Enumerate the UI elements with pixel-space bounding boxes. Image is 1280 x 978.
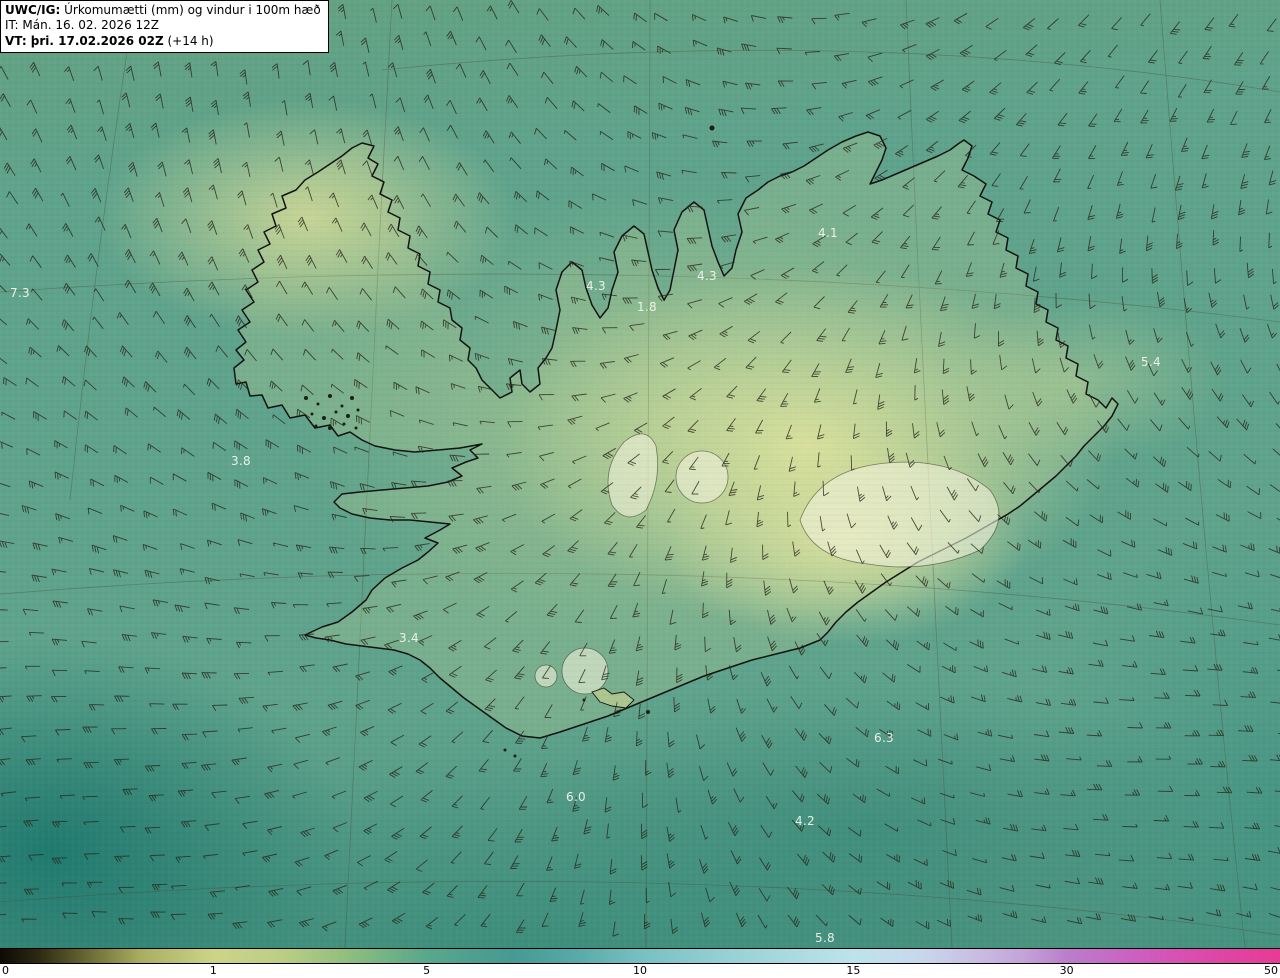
title-line-init: IT: Mán. 16. 02. 2026 12Z: [5, 18, 321, 33]
precip-value-label: 1.8: [637, 300, 657, 314]
map-canvas: 7.3 4.1 4.3 4.3 1.8 5.4 3.8 3.4 6.3 6.0 4.2 5.8 UWC…: [0, 0, 1280, 948]
weather-map: 7.3 4.1 4.3 4.3 1.8 5.4 3.8 3.4 6.3 6.0 4.2 5.8 UWC…: [0, 0, 1280, 978]
colorbar: 0 1 5 10 15 30 50: [0, 948, 1280, 978]
title-line-model: UWC/IG: Úrkomumætti (mm) og vindur i 100…: [5, 3, 321, 18]
precip-value-label: 6.3: [874, 731, 894, 745]
title-box: UWC/IG: Úrkomumætti (mm) og vindur i 100…: [0, 0, 329, 54]
precip-value-label: 6.0: [566, 790, 586, 804]
colorbar-tick-50: 50: [1264, 964, 1278, 977]
map-overlay: [0, 0, 1280, 948]
precip-value-label: 3.8: [231, 454, 251, 468]
colorbar-tick-1: 1: [209, 964, 217, 977]
model-label: UWC/IG:: [5, 3, 61, 17]
precip-value-label: 5.8: [815, 931, 835, 945]
colorbar-tick-30: 30: [1059, 964, 1074, 977]
precip-value-label: 4.3: [697, 269, 717, 283]
valid-text: (+14 h): [167, 33, 214, 48]
colorbar-tick-0: 0: [2, 964, 9, 977]
colorbar-tick-15: 15: [846, 964, 861, 977]
precip-value-label: 4.3: [586, 279, 606, 293]
model-text: Úrkomumætti (mm) og vindur i 100m hæð: [64, 3, 321, 17]
title-line-valid: VT: þri. 17.02.2026 02Z (+14 h): [5, 34, 321, 49]
colorbar-tick-5: 5: [423, 964, 431, 977]
colorbar-ticks: 0 1 5 10 15 30 50: [0, 964, 1280, 978]
init-text: Mán. 16. 02. 2026 12Z: [22, 18, 160, 33]
precip-value-label: 7.3: [10, 286, 30, 300]
init-label: IT:: [5, 18, 19, 33]
colorbar-tick-10: 10: [633, 964, 647, 977]
precip-value-label: 4.1: [818, 226, 838, 240]
precip-value-label: 3.4: [399, 631, 419, 645]
colorbar-gradient: [0, 948, 1280, 964]
valid-label: VT: þri. 17.02.2026 02Z: [5, 33, 164, 48]
precip-value-label: 5.4: [1141, 355, 1161, 369]
precip-value-label: 4.2: [795, 814, 815, 828]
